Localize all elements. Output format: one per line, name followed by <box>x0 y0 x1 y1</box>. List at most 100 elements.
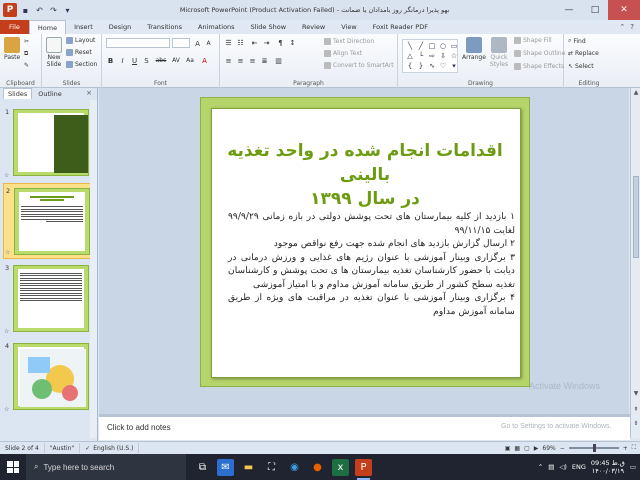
reset-button[interactable]: Reset <box>66 49 92 56</box>
new-slide-button[interactable]: New Slide <box>44 37 64 68</box>
maximize-button[interactable]: □ <box>582 0 608 20</box>
mail-icon[interactable]: ✉ <box>217 458 234 476</box>
close-button[interactable]: ✕ <box>608 0 640 20</box>
strikethrough-button[interactable]: abc <box>154 56 168 65</box>
numbering-icon[interactable]: ☷ <box>236 38 245 47</box>
font-size-box[interactable] <box>172 38 190 48</box>
zoom-level[interactable]: 69% <box>542 445 555 452</box>
language-indicator[interactable]: ✓ English (U.S.) <box>80 443 140 453</box>
tab-design[interactable]: Design <box>101 20 139 34</box>
select-button[interactable]: ↖ Select <box>568 63 594 70</box>
previous-slide-icon[interactable]: ⇞ <box>632 406 640 414</box>
align-right-icon[interactable]: ≡ <box>248 56 257 65</box>
italic-button[interactable]: I <box>118 56 127 65</box>
shape-more-icon[interactable]: ▾ <box>449 61 459 70</box>
taskbar-search[interactable]: ⌕ Type here to search <box>26 454 186 480</box>
decrease-indent-icon[interactable]: ⇤ <box>250 38 259 47</box>
tray-up-icon[interactable]: ⌃ <box>538 463 543 471</box>
rtl-icon[interactable]: ¶ <box>276 38 285 47</box>
file-explorer-icon[interactable]: ▬ <box>240 459 257 476</box>
shape-curve-icon[interactable]: ∿ <box>427 61 437 70</box>
shape-elbow-icon[interactable]: └ <box>416 52 426 61</box>
excel-icon[interactable]: x <box>332 458 349 476</box>
shapes-gallery[interactable]: ╲ ╱ □ ○ ▭ △ └ ⇨ ⇩ ☆ {} ∿ ♡ ▾ <box>402 39 458 73</box>
help-icon[interactable]: ? <box>630 23 634 31</box>
replace-button[interactable]: ⇄ Replace <box>568 50 599 57</box>
tab-review[interactable]: Review <box>294 20 333 34</box>
shape-triangle-icon[interactable]: △ <box>405 52 415 61</box>
section-button[interactable]: Section <box>66 61 97 68</box>
arrange-button[interactable]: Arrange <box>462 37 486 61</box>
justify-icon[interactable]: ≣ <box>260 56 269 65</box>
start-button[interactable] <box>0 454 26 480</box>
convert-smartart-button[interactable]: Convert to SmartArt <box>324 62 394 69</box>
minimize-ribbon-icon[interactable]: ⌃ <box>619 23 625 31</box>
shape-rect-icon[interactable]: □ <box>427 42 437 51</box>
tab-file[interactable]: File <box>0 20 29 34</box>
bullets-icon[interactable]: ☰ <box>224 38 233 47</box>
shape-oval-icon[interactable]: ○ <box>438 42 448 51</box>
shape-star-icon[interactable]: ☆ <box>449 52 459 61</box>
powerpoint-logo-icon[interactable]: P <box>3 3 17 17</box>
slide-scrollbar[interactable]: ▲ ▼ ⇞ ⇟ <box>630 88 640 438</box>
layout-button[interactable]: Layout <box>66 37 95 44</box>
character-spacing-button[interactable]: AV <box>170 56 182 65</box>
shape-arrow-icon[interactable]: ⇨ <box>427 52 437 61</box>
slide-show-icon[interactable]: ▶ <box>534 445 539 452</box>
align-center-icon[interactable]: ≡ <box>236 56 245 65</box>
text-direction-button[interactable]: Text Direction <box>324 38 374 45</box>
copy-icon[interactable]: ⧉ <box>24 50 28 58</box>
shape-fill-button[interactable]: Shape Fill <box>514 37 552 44</box>
powerpoint-taskbar-icon[interactable]: P <box>355 458 372 480</box>
zoom-in-icon[interactable]: + <box>623 445 628 452</box>
underline-button[interactable]: U <box>130 56 139 65</box>
shape-outline-button[interactable]: Shape Outline <box>514 50 565 57</box>
shape-arrow2-icon[interactable]: ⇩ <box>438 52 448 61</box>
clock[interactable]: ق.ظ 09:45 ۱۴۰۰/۰۳/۱۹ <box>591 459 625 475</box>
save-icon[interactable]: ▪ <box>20 5 31 16</box>
tab-transitions[interactable]: Transitions <box>139 20 190 34</box>
language-indicator-tray[interactable]: ENG <box>572 463 586 471</box>
slide-thumbnail-4[interactable]: 4 ☆ <box>3 339 95 415</box>
columns-icon[interactable]: ▥ <box>274 56 283 65</box>
customize-quick-access-icon[interactable]: ▾ <box>62 5 73 16</box>
shrink-font-icon[interactable]: A <box>204 39 213 48</box>
reading-view-icon[interactable]: ▢ <box>524 445 530 452</box>
shape-line-icon[interactable]: ╲ <box>405 42 415 51</box>
tab-home[interactable]: Home <box>28 20 67 34</box>
align-text-button[interactable]: Align Text <box>324 50 362 57</box>
undo-icon[interactable]: ↶ <box>34 5 45 16</box>
zoom-out-icon[interactable]: − <box>560 445 565 452</box>
edge-icon[interactable]: ◉ <box>286 459 303 476</box>
font-name-box[interactable] <box>106 38 170 48</box>
next-slide-icon[interactable]: ⇟ <box>632 420 640 428</box>
shape-line2-icon[interactable]: ╱ <box>416 42 426 51</box>
scroll-thumb[interactable] <box>633 176 639 258</box>
quick-styles-button[interactable]: Quick Styles <box>486 37 512 68</box>
normal-view-icon[interactable]: ▣ <box>505 445 511 452</box>
shape-heart-icon[interactable]: ♡ <box>438 61 448 70</box>
notifications-icon[interactable]: ▭ <box>630 463 636 471</box>
format-painter-icon[interactable]: ✎ <box>24 62 29 69</box>
shape-effects-button[interactable]: Shape Effects <box>514 63 564 70</box>
find-button[interactable]: ⌕ Find <box>568 37 586 45</box>
network-icon[interactable]: ▤ <box>548 463 554 471</box>
bold-button[interactable]: B <box>106 56 115 65</box>
slide-thumbnail-2[interactable]: 2 ☆ <box>3 183 95 259</box>
thumbnail-scrollbar[interactable] <box>90 100 97 438</box>
slide-sorter-icon[interactable]: ▦ <box>514 445 520 452</box>
shape-brace2-icon[interactable]: } <box>416 61 426 70</box>
scroll-up-icon[interactable]: ▲ <box>632 89 640 97</box>
line-spacing-icon[interactable]: ↕ <box>288 38 297 47</box>
cut-icon[interactable]: ✂ <box>24 38 29 45</box>
current-slide[interactable]: اقدامات انجام شده در واحد تغذیه بالینی د… <box>200 97 530 387</box>
align-left-icon[interactable]: ≡ <box>224 56 233 65</box>
paste-button[interactable]: Paste <box>4 37 20 61</box>
change-case-button[interactable]: Aa <box>184 56 196 65</box>
font-color-button[interactable]: A <box>200 56 209 65</box>
volume-icon[interactable]: ◁) <box>559 463 567 471</box>
redo-icon[interactable]: ↷ <box>48 5 59 16</box>
tab-insert[interactable]: Insert <box>66 20 101 34</box>
zoom-slider[interactable] <box>568 444 619 452</box>
grow-font-icon[interactable]: A <box>193 39 202 48</box>
